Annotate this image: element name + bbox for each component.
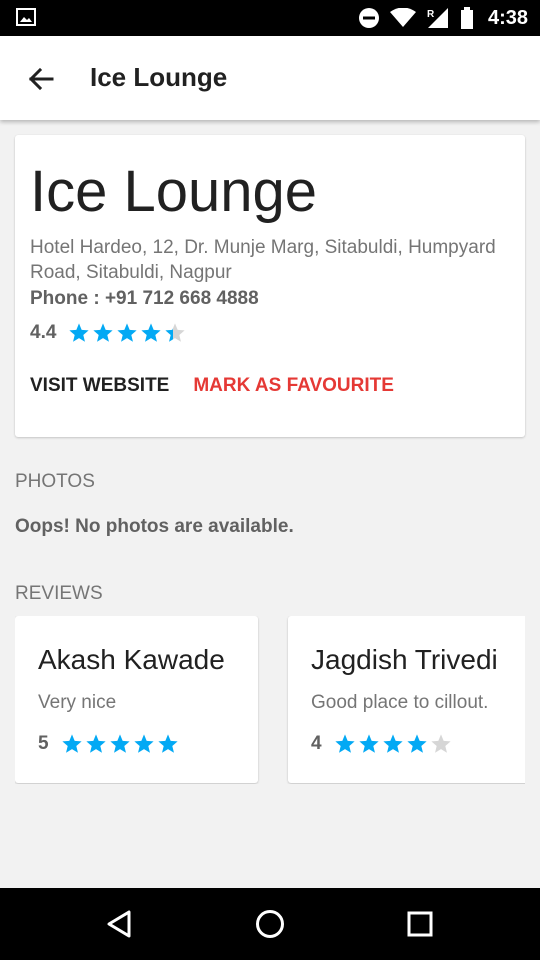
star-filled-icon <box>382 734 403 753</box>
back-arrow-icon[interactable] <box>26 64 56 94</box>
review-rating: 5 <box>38 733 181 755</box>
nav-home-icon[interactable] <box>252 906 288 942</box>
star-filled-icon <box>109 734 130 753</box>
place-actions: VISIT WEBSITE MARK AS FAVOURITE <box>30 375 394 397</box>
visit-website-button[interactable]: VISIT WEBSITE <box>30 375 169 397</box>
nav-back-icon[interactable] <box>102 906 138 942</box>
reviews-header: REVIEWS <box>15 583 103 604</box>
review-rating-value: 4 <box>311 733 322 754</box>
nav-recents-icon[interactable] <box>402 906 438 942</box>
star-filled-icon <box>93 323 114 342</box>
status-time: 4:38 <box>487 6 528 29</box>
place-address: Hotel Hardeo, 12, Dr. Munje Marg, Sitabu… <box>30 237 496 283</box>
review-card[interactable]: Akash Kawade Very nice 5 <box>15 616 258 783</box>
mark-as-favourite-button[interactable]: MARK AS FAVOURITE <box>193 375 394 397</box>
star-filled-icon <box>157 734 178 753</box>
photos-header: PHOTOS <box>15 471 95 492</box>
review-text: Very nice <box>38 692 117 713</box>
signal-label: R <box>427 9 435 20</box>
status-bar: R 4:38 <box>0 0 540 36</box>
star-filled-icon <box>61 734 82 753</box>
photos-empty-message: Oops! No photos are available. <box>15 516 294 537</box>
place-rating: 4.4 <box>30 322 188 344</box>
place-name: Ice Lounge <box>30 159 318 224</box>
review-rating-value: 5 <box>38 733 49 754</box>
star-filled-icon <box>334 734 355 753</box>
app-bar: Ice Lounge <box>0 36 540 120</box>
do-not-disturb-icon <box>358 8 379 28</box>
rating-value: 4.4 <box>30 322 57 343</box>
star-half-icon <box>165 323 186 342</box>
system-nav-bar <box>0 888 540 960</box>
star-filled-icon <box>69 323 90 342</box>
battery-icon <box>460 7 473 29</box>
app-bar-title: Ice Lounge <box>90 62 228 92</box>
star-filled-icon <box>85 734 106 753</box>
star-filled-icon <box>141 323 162 342</box>
star-empty-icon <box>430 734 451 753</box>
review-rating-stars <box>334 733 454 755</box>
gallery-icon <box>16 8 36 26</box>
star-filled-icon <box>133 734 154 753</box>
review-text: Good place to cillout. <box>311 692 489 713</box>
review-rating-stars <box>61 733 181 755</box>
review-rating: 4 <box>311 733 454 755</box>
place-info-card: Ice Lounge Hotel Hardeo, 12, Dr. Munje M… <box>15 135 525 437</box>
review-author: Jagdish Trivedi <box>311 644 498 675</box>
star-filled-icon <box>406 734 427 753</box>
review-author: Akash Kawade <box>38 644 225 675</box>
star-filled-icon <box>117 323 138 342</box>
status-icons: R 4:38 <box>358 0 528 36</box>
place-phone[interactable]: Phone : +91 712 668 4888 <box>30 288 259 310</box>
review-card[interactable]: Jagdish Trivedi Good place to cillout. 4 <box>288 616 525 783</box>
reviews-list[interactable]: Akash Kawade Very nice 5 Jagdish Trivedi… <box>15 616 525 784</box>
rating-stars <box>68 322 188 344</box>
signal-icon: R <box>427 8 448 28</box>
wifi-icon <box>389 8 416 27</box>
star-filled-icon <box>358 734 379 753</box>
